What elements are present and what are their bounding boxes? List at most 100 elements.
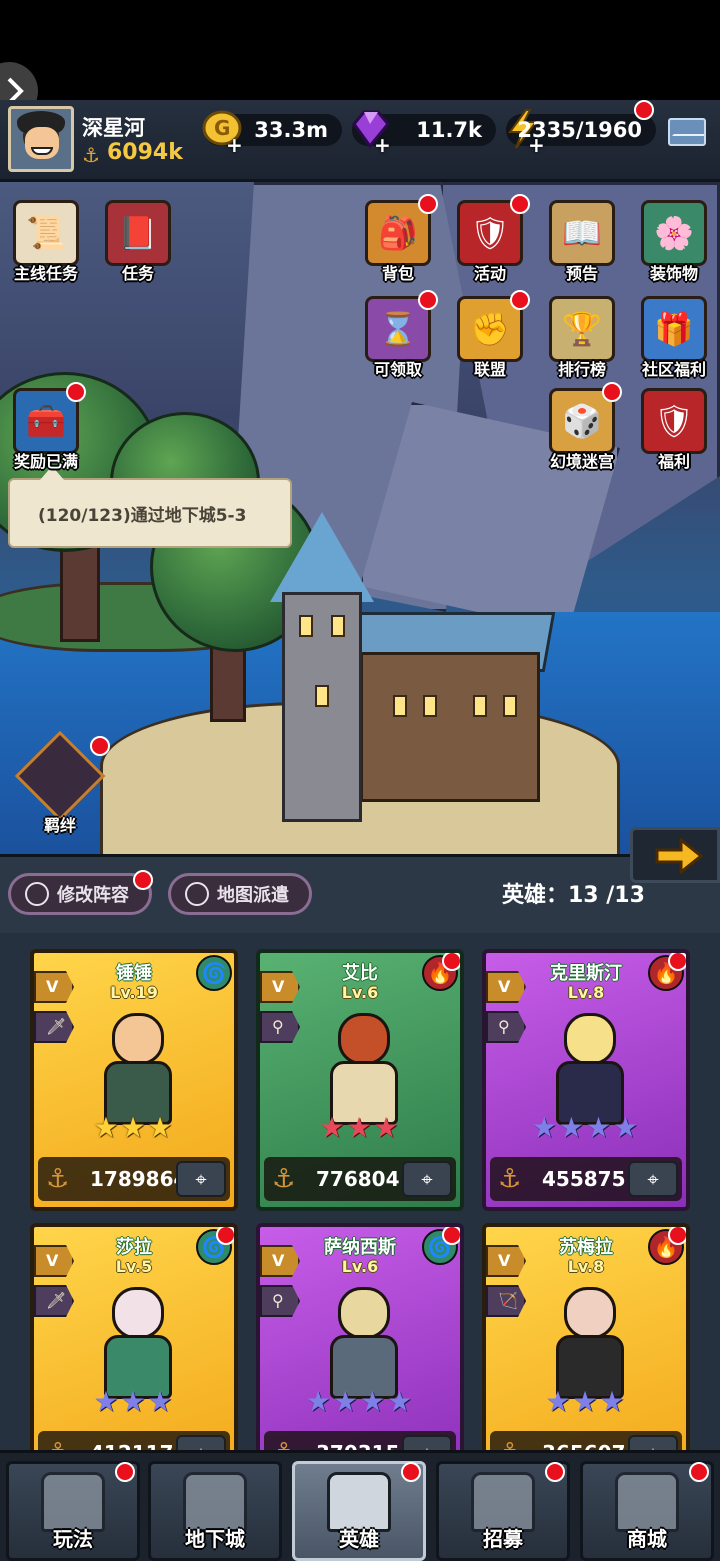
open-book-icon: 📖	[549, 200, 615, 266]
backpack-button[interactable]: 🎒 背包	[358, 194, 438, 283]
welfare-button[interactable]: 🛡 福利	[634, 388, 714, 471]
rewards-full-button[interactable]: 🧰 奖励已满	[6, 382, 86, 471]
hero-card[interactable]: V 🏹 🔥 苏梅拉 Lv.8 ★★★ ⚓ 365607 ⌖	[482, 1223, 690, 1485]
map-pin-icon[interactable]: ⌖	[628, 1161, 678, 1197]
decorations-button[interactable]: 🌸 装饰物	[634, 200, 714, 283]
hero-stars: ★★★	[93, 1385, 175, 1418]
nav-label: 商城	[627, 1527, 667, 1551]
notification-dot	[545, 1462, 565, 1482]
map-dispatch-button[interactable]: 地图派遣	[168, 873, 312, 915]
hero-stars: ★★★	[319, 1111, 401, 1144]
nav-label: 地下城	[185, 1527, 245, 1551]
events-button[interactable]: 🛡 活动	[450, 194, 530, 283]
bow-icon: 🏹	[486, 1285, 526, 1317]
notification-dot	[90, 736, 110, 756]
hero-card[interactable]: V 🗡 🌀 莎拉 Lv.5 ★★★ ⚓ 412117 ⌖	[30, 1223, 238, 1485]
bond-label: 羁绊	[43, 816, 76, 835]
hero-card[interactable]: V ⚲ 🌀 萨纳西斯 Lv.6 ★★★★ ⚓ 370315 ⌖	[256, 1223, 464, 1485]
edit-lineup-label: 修改阵容	[57, 885, 129, 906]
anchor-icon: ⚓	[498, 1164, 522, 1194]
tasks-button[interactable]: 📕 任务	[98, 200, 178, 283]
status-bar	[0, 0, 720, 100]
staff-icon: ⚲	[486, 1011, 526, 1043]
claimable-label: 可领取	[373, 360, 422, 379]
edit-lineup-button[interactable]: 修改阵容	[8, 870, 153, 915]
nav-tab-gameplay[interactable]: 玩法	[6, 1461, 140, 1561]
notification-dot	[115, 1462, 135, 1482]
nav-tab-shop[interactable]: 商城	[580, 1461, 714, 1561]
hero-level: Lv.8	[567, 1257, 605, 1276]
welfare-label: 福利	[657, 452, 690, 471]
sword-icon: 🗡	[34, 1285, 74, 1317]
hero-power-bar: ⚓ 776804 ⌖	[264, 1157, 456, 1201]
illusion-maze-label: 幻境迷宫	[549, 452, 614, 471]
map-pin-icon[interactable]: ⌖	[402, 1161, 452, 1197]
nav-tab-dungeon[interactable]: 地下城	[148, 1461, 282, 1561]
add-gem-icon[interactable]: +	[374, 135, 392, 155]
gold-counter[interactable]: G + 33.3m	[202, 110, 342, 155]
hero-level: Lv.6	[341, 983, 379, 1002]
backpack-label: 背包	[381, 264, 414, 283]
hero-power: 776804	[316, 1167, 400, 1191]
hero-name: 苏梅拉	[559, 1237, 613, 1258]
main-quest-label: 主线任务	[13, 264, 78, 283]
notification-dot	[689, 1462, 709, 1482]
hero-stars: ★★★★	[531, 1111, 641, 1144]
flower-bush-icon: 🌸	[641, 200, 707, 266]
book-icon: 📕	[105, 200, 171, 266]
scroll-icon: 📜	[13, 200, 79, 266]
notification-dot	[602, 382, 622, 402]
illusion-maze-button[interactable]: 🎲 幻境迷宫	[542, 382, 622, 471]
player-power: 6094k	[107, 140, 183, 165]
quest-tooltip[interactable]: (120/123)通过地下城5-3	[8, 466, 292, 548]
alliance-button[interactable]: ✊ 联盟	[450, 290, 530, 379]
main-quest-button[interactable]: 📜 主线任务	[6, 200, 86, 283]
tower[interactable]	[282, 592, 362, 822]
events-label: 活动	[473, 264, 506, 283]
hero-name: 萨纳西斯	[324, 1237, 396, 1258]
claimable-button[interactable]: ⌛ 可领取	[358, 290, 438, 379]
hero-name: 锤锤	[116, 963, 152, 984]
staff-icon: ⚲	[260, 1011, 300, 1043]
hero-power-bar: ⚓ 455875 ⌖	[490, 1157, 682, 1201]
helmet-icon	[25, 882, 49, 906]
player-avatar[interactable]	[8, 106, 74, 172]
hero-portrait	[312, 1007, 416, 1127]
hero-card[interactable]: V 🗡 🌀 锤锤 Lv.19 ★★★ ⚓ 1789864 ⌖	[30, 949, 238, 1211]
banner-shield-icon: 🛡	[641, 388, 707, 454]
hero-panel: 修改阵容 地图派遣 英雄：13 /13 V 🗡 🌀 锤锤 Lv.19 ★★★ ⚓…	[0, 827, 720, 1485]
gift-chat-icon: 🎁	[641, 296, 707, 362]
mail-icon[interactable]	[668, 118, 706, 146]
gem-counter[interactable]: + 11.7k	[352, 110, 496, 155]
hero-power: 455875	[542, 1167, 626, 1191]
bond-button[interactable]: 羁绊	[14, 730, 110, 835]
community-label: 社区福利	[641, 360, 706, 379]
hero-card[interactable]: V ⚲ 🔥 克里斯汀 Lv.8 ★★★★ ⚓ 455875 ⌖	[482, 949, 690, 1211]
hero-portrait	[86, 1007, 190, 1127]
anchor-icon: ⚓	[46, 1164, 70, 1194]
next-arrow-button[interactable]	[630, 827, 720, 883]
hero-count: 英雄：13 /13	[502, 883, 645, 908]
nav-label: 英雄	[339, 1527, 379, 1551]
leaderboard-label: 排行榜	[557, 360, 606, 379]
hero-portrait	[312, 1281, 416, 1401]
add-gold-icon[interactable]: +	[226, 135, 244, 155]
preview-button[interactable]: 📖 预告	[542, 200, 622, 283]
energy-value: 2335/1960	[517, 118, 642, 142]
alliance-label: 联盟	[473, 360, 506, 379]
notification-dot	[418, 290, 438, 310]
nav-tab-heroes[interactable]: 英雄	[292, 1461, 426, 1561]
hero-card[interactable]: V ⚲ 🔥 艾比 Lv.6 ★★★ ⚓ 776804 ⌖	[256, 949, 464, 1211]
leaderboard-button[interactable]: 🏆 排行榜	[542, 296, 622, 379]
tavern-house[interactable]	[360, 652, 540, 802]
community-button[interactable]: 🎁 社区福利	[634, 296, 714, 379]
map-pin-icon[interactable]: ⌖	[176, 1161, 226, 1197]
tasks-label: 任务	[121, 264, 154, 283]
sword-icon: 🗡	[34, 1011, 74, 1043]
home-map[interactable]: 📜 主线任务 📕 任务 (120/123)通过地下城5-3 🧰 奖励已满 🎒 背…	[0, 182, 720, 854]
nav-tab-recruit[interactable]: 招募	[436, 1461, 570, 1561]
hero-portrait	[86, 1281, 190, 1401]
top-resource-bar: 深星河 ⚓ 6094k G + 33.3m + 11.7k + 2335/196…	[0, 100, 720, 182]
map-dispatch-label: 地图派遣	[217, 885, 289, 906]
energy-counter[interactable]: + 2335/1960	[506, 109, 656, 155]
